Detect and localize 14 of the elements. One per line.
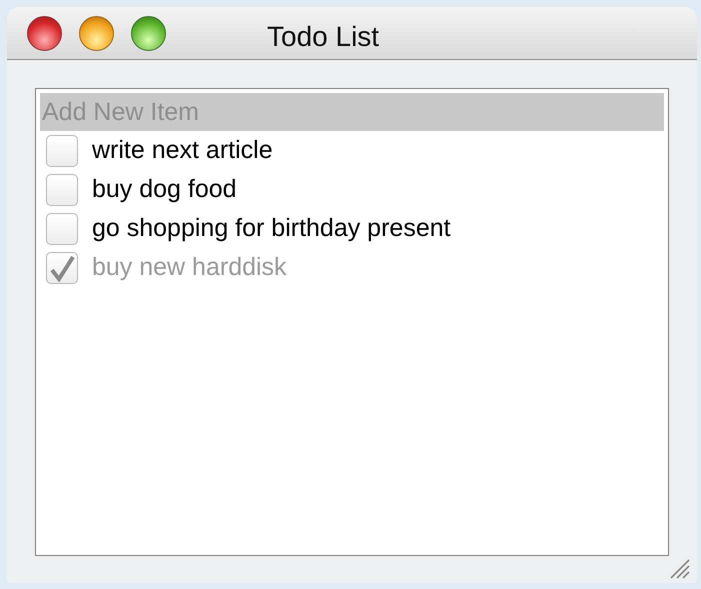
checkbox[interactable] <box>46 212 78 244</box>
todo-text: buy dog food <box>92 174 237 205</box>
checkbox[interactable] <box>46 174 78 206</box>
todo-text: write next article <box>92 134 273 166</box>
input-field[interactable]: Add New Item <box>40 93 664 131</box>
minimize-button[interactable] <box>79 16 114 50</box>
checkmark-icon <box>49 254 76 282</box>
zoom-button[interactable] <box>131 16 166 50</box>
window-title: Todo List <box>267 20 380 54</box>
todo-text: buy new harddisk <box>92 252 287 283</box>
todo-text: go shopping for birthday present <box>92 212 451 244</box>
checkbox[interactable] <box>46 134 78 166</box>
close-button[interactable] <box>27 16 62 50</box>
checkbox[interactable] <box>46 252 78 284</box>
